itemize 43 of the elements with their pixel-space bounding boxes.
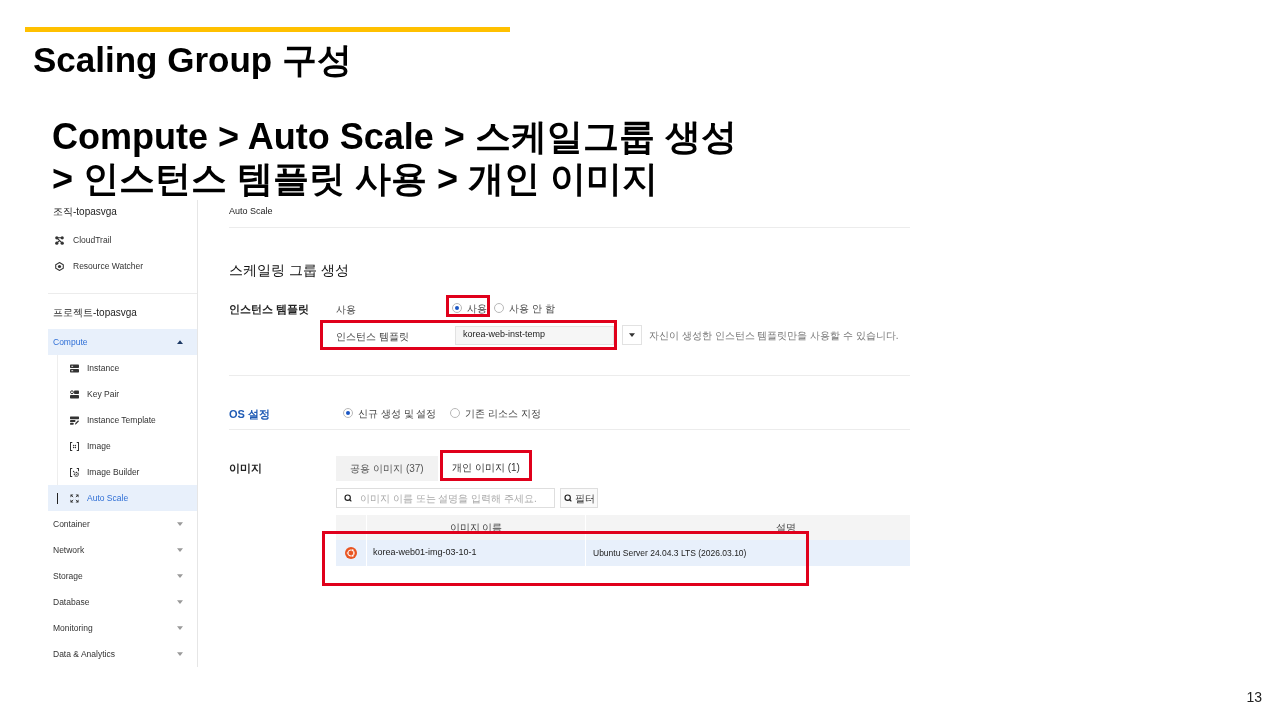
page-number: 13	[1246, 689, 1262, 705]
radio-option[interactable]: 사용	[452, 301, 487, 315]
navigation-path-line: Compute > Auto Scale > 스케일그룹 생성	[52, 116, 737, 158]
breadcrumb: Auto Scale	[229, 205, 274, 217]
sidebar-link[interactable]: Resource Watcher	[73, 259, 144, 273]
dropdown-button[interactable]	[622, 325, 642, 345]
server-icon	[70, 363, 79, 373]
expand-icon	[70, 493, 79, 503]
radio-option[interactable]: 신규 생성 및 설정	[343, 406, 437, 420]
tab[interactable]: 공용 이미지 (37)	[336, 456, 438, 481]
radio-option[interactable]: 사용 안 함	[494, 301, 555, 315]
brackets-icon	[70, 441, 79, 451]
tab[interactable]: 개인 이미지 (1)	[440, 450, 532, 481]
section-label: 이미지	[229, 461, 262, 477]
search-icon	[563, 494, 572, 502]
sidebar-link[interactable]: CloudTrail	[73, 233, 112, 247]
hint-text: 자신이 생성한 인스턴스 템플릿만을 사용할 수 있습니다.	[649, 328, 899, 343]
page-title: 스케일링 그룹 생성	[229, 262, 349, 280]
list-pencil-icon	[70, 415, 79, 425]
nodes-icon	[55, 235, 64, 245]
table-row[interactable]: korea-web01-img-03-10-1 Ubuntu Server 24.04.3 LTS (2026.03.10)	[336, 540, 910, 566]
stack-ring-icon	[70, 389, 79, 399]
field-label: 인스턴스 템플릿	[336, 331, 409, 342]
radio-option[interactable]: 기존 리소스 지정	[450, 406, 541, 420]
table-cell: Ubuntu Server 24.04.3 LTS (2026.03.10)	[593, 546, 747, 560]
project-heading: 프로젝트-topasvga	[53, 305, 137, 320]
search-field[interactable]: 이미지 이름 또는 설명을 입력해 주세요.	[336, 488, 555, 508]
submenu-item[interactable]: Auto Scale	[48, 485, 197, 511]
field-label: 사용	[336, 304, 356, 315]
select-field[interactable]: korea-web-inst-temp	[455, 325, 614, 345]
menu-item[interactable]: Compute	[48, 329, 197, 355]
slide-title: Scaling Group 구성	[33, 40, 352, 80]
hexagon-icon	[55, 261, 64, 271]
os-logo-icon	[345, 547, 357, 559]
navigation-path-line: > 인스턴스 템플릿 사용 > 개인 이미지	[52, 158, 659, 200]
org-heading: 조직-topasvga	[53, 204, 117, 219]
search-icon	[344, 494, 352, 502]
filter-button[interactable]: 필터	[560, 488, 598, 508]
section-label: OS 설정	[229, 408, 270, 420]
table-cell: korea-web01-img-03-10-1	[373, 546, 477, 560]
section-label: 인스턴스 템플릿	[229, 303, 310, 315]
bracket-gear-icon	[70, 467, 79, 477]
caret-down-icon	[629, 333, 635, 337]
